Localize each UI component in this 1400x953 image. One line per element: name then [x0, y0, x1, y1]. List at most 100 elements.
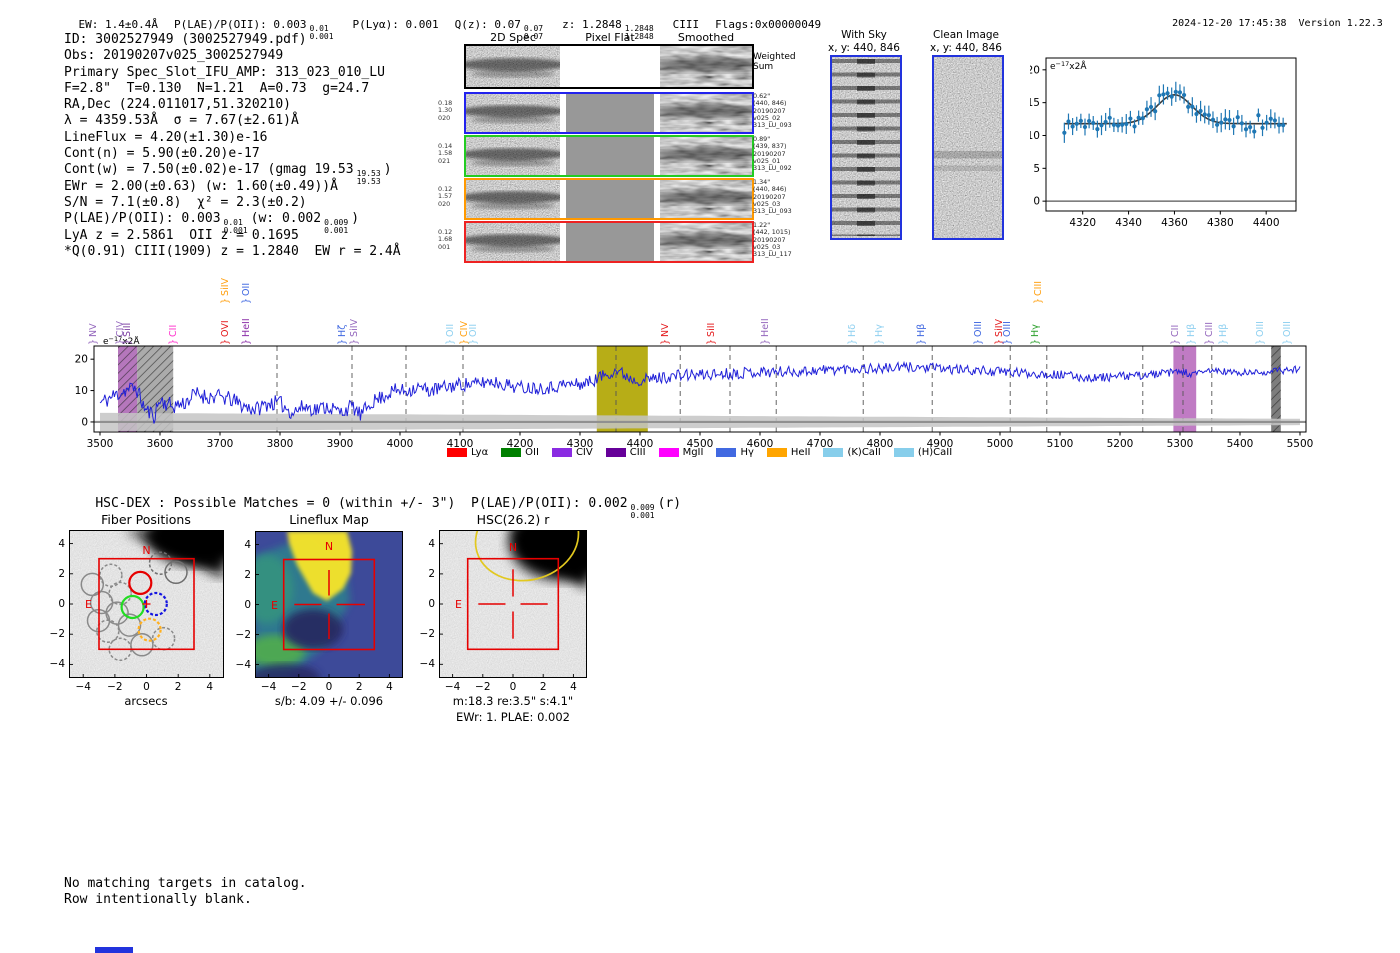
full-spectrum-svg: 3500 3600 3700 3800 3900 4000 4100 4200 4300 4400… [75, 335, 1314, 450]
svg-text:3500: 3500 [87, 438, 114, 450]
svg-text:e−17x2Å: e−17x2Å [1050, 60, 1087, 72]
svg-text:3700: 3700 [207, 438, 234, 450]
fiber3-weights: 0.12 1.57 020 [438, 185, 453, 208]
weighted-sum-label: Weighted Sum [753, 52, 796, 72]
z-value: z: 1.2848 1.2848 1.2848 [562, 18, 654, 41]
svg-text:4320: 4320 [1069, 217, 1096, 229]
svg-text:4360: 4360 [1161, 217, 1188, 229]
hsc-r-plot: N E [439, 530, 587, 678]
cutout-ytick-label: −4 [235, 658, 251, 671]
line-fit-plot-svg: 4320 4340 4360 4380 4400 0 5 10 15 20 e−17x2Å [1027, 57, 1297, 229]
footer-line-1: No matching targets in catalog. [64, 876, 307, 891]
page-edge-marker [95, 947, 133, 953]
detection-info-block: ID: 3002527949 (3002527949.pdf) Obs: 201… [64, 32, 401, 260]
svg-text:5300: 5300 [1167, 438, 1194, 450]
flags-value: Flags:0x00000049 [715, 18, 822, 31]
cutout-xtick-label: 2 [174, 681, 182, 693]
fiber1-pixelflat-image [566, 94, 654, 132]
legend-swatch [766, 448, 787, 457]
cutout-xtick-label: −2 [291, 681, 307, 693]
legend-label: OII [525, 447, 539, 458]
cutout-xtick-label: 4 [570, 681, 577, 693]
legend-item: (H)CaII [893, 447, 952, 458]
fiber-positions-title: Fiber Positions [101, 512, 191, 527]
footer-notes: No matching targets in catalog. Row inte… [64, 876, 307, 909]
spec2d-weighted-flat-blank [566, 46, 654, 87]
cutout-xtick-label: 4 [206, 681, 214, 693]
legend-swatch [893, 448, 914, 457]
info-lineflux: LineFlux = 4.20(±1.30)e-16 [64, 129, 268, 145]
withsky-title: With Sky [841, 29, 887, 41]
cutout-xtick-label: 0 [325, 681, 333, 693]
fiber2-2dspec-image [466, 137, 560, 175]
svg-text:5200: 5200 [1107, 438, 1134, 450]
cutout-ytick-label: −2 [419, 628, 435, 641]
fiber4-pixelflat-image [566, 223, 654, 261]
hsc-r-title: HSC(26.2) r [476, 512, 550, 527]
cutout-xtick-label: 4 [386, 681, 393, 693]
elixer-report-page: EW: 1.4±0.4Å P(LAE)/P(OII): 0.003 0.01 0.00… [0, 0, 1400, 953]
footer-line-2: Row intentionally blank. [64, 892, 252, 908]
spec2d-fiber-row-1 [464, 92, 754, 134]
spec2d-weighted-smoothed-image [660, 46, 752, 87]
spec2d-weighted-row [464, 44, 754, 89]
info-cont-n: Cont(n) = 5.90(±0.20)e-17 [64, 146, 260, 162]
fiber3-meta: 1.34" (440, 846) 20190207 v025_03 313_LU… [753, 178, 792, 216]
fiber3-smoothed-image [660, 180, 752, 218]
legend-item: (K)CaII [823, 447, 881, 458]
clean-faint-band [934, 57, 1002, 238]
withsky-image-panel [830, 55, 902, 240]
fiber4-smoothed-image [660, 223, 752, 261]
spec2d-weighted-noise-image [466, 46, 560, 87]
cutout-xtick-label: −2 [107, 681, 123, 693]
svg-text:0: 0 [1033, 196, 1040, 208]
svg-text:3900: 3900 [327, 438, 354, 450]
version: Version 1.22.3 [1298, 18, 1383, 29]
legend-swatch [551, 448, 572, 457]
fiber2-pixelflat-image [566, 137, 654, 175]
svg-text:4340: 4340 [1115, 217, 1142, 229]
svg-text:4400: 4400 [1253, 217, 1280, 229]
cutout-ytick-label: 2 [58, 567, 65, 580]
spec2d-fiber-row-2 [464, 135, 754, 177]
cutout-ytick-label: 4 [244, 538, 251, 551]
fiber-positions-plot: N E [69, 530, 224, 678]
svg-text:4380: 4380 [1207, 217, 1234, 229]
legend-swatch [823, 448, 844, 457]
legend-item: HeII [766, 447, 810, 458]
svg-text:3800: 3800 [267, 438, 294, 450]
svg-text:10: 10 [75, 385, 88, 397]
clean-image-panel [932, 55, 1004, 240]
info-ftna: F=2.8" T=0.130 N=1.21 A=0.73 g=24.7 [64, 80, 370, 96]
info-plae-poii: P(LAE)/P(OII): 0.003 0.01 0.001 (w: 0.002 0.… [64, 211, 360, 236]
legend-swatch [501, 448, 522, 457]
legend-label: (K)CaII [847, 447, 881, 458]
info-cont-w: Cont(w) = 7.50(±0.02)e-17 (gmag 19.53 19.… [64, 162, 392, 187]
cutout-xtick-label: −4 [260, 681, 277, 693]
line-id: CIII [672, 18, 700, 31]
info-q-ciii: *Q(0.91) CIII(1909) z = 1.2840 EW r = 2.… [64, 243, 401, 259]
cutout-xtick-label: −2 [475, 681, 491, 693]
svg-text:5: 5 [1033, 163, 1040, 175]
header-timestamp: 2024-12-20 17:45:38 Version 1.22.3 [1148, 7, 1383, 40]
timestamp: 2024-12-20 17:45:38 [1172, 18, 1287, 29]
line-fit-plot: 4320 4340 4360 4380 4400 0 5 10 15 20 e−17x2Å [1027, 46, 1340, 236]
hsc-east-label: E [455, 598, 462, 611]
hsc-xlabel2: EWr: 1. PLAE: 0.002 [456, 710, 570, 724]
legend-swatch [716, 448, 737, 457]
cutout-xtick-label: 0 [509, 681, 517, 693]
fiber1-smoothed-image [660, 94, 752, 132]
clean-xy: x, y: 440, 846 [930, 42, 1002, 54]
legend-item: CIV [551, 447, 593, 458]
svg-text:4000: 4000 [387, 438, 414, 450]
info-lambda-sigma: λ = 4359.53Å σ = 7.67(±2.61)Å [64, 113, 299, 129]
legend-label: CIII [629, 447, 646, 458]
cutout-ytick-label: 2 [244, 568, 251, 581]
svg-text:0: 0 [81, 416, 88, 428]
info-id: ID: 3002527949 (3002527949.pdf) [64, 32, 307, 47]
info-sn-chi2: S/N = 7.1(±0.8) χ² = 2.3(±0.2) [64, 194, 307, 210]
legend-label: CIV [575, 447, 593, 458]
legend-label: MgII [682, 447, 704, 458]
lineflux-east-label: E [271, 599, 278, 612]
svg-text:e−17x2Å: e−17x2Å [103, 336, 140, 347]
